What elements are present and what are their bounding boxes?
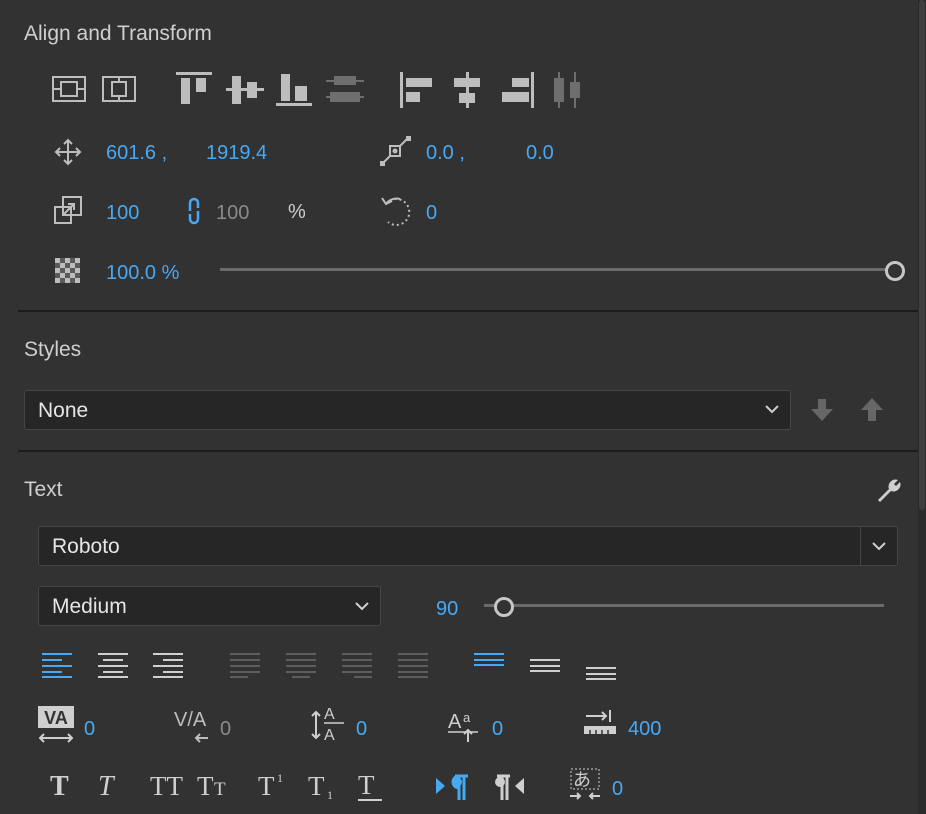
- position-y-value[interactable]: 1919.4: [206, 142, 267, 165]
- justify-last-left-icon[interactable]: [230, 652, 260, 678]
- chevron-down-icon: [764, 403, 780, 415]
- svg-text:T: T: [308, 772, 325, 800]
- tab-width-value[interactable]: 400: [628, 718, 661, 741]
- wrench-icon[interactable]: [874, 476, 904, 506]
- svg-text:A: A: [324, 706, 335, 723]
- align-top-icon[interactable]: [176, 72, 212, 106]
- svg-text:T: T: [214, 779, 226, 798]
- align-bottom-icon[interactable]: [276, 72, 312, 106]
- move-position-icon: [54, 138, 82, 166]
- justify-all-icon[interactable]: [398, 652, 428, 678]
- scale-linked-value[interactable]: 100: [216, 202, 249, 225]
- kerning-icon: VA: [38, 706, 76, 744]
- faux-bold-icon[interactable]: T: [50, 772, 76, 798]
- anchor-point-icon: [380, 136, 412, 166]
- leading-icon: AA: [310, 704, 346, 742]
- leading-value[interactable]: 0: [356, 718, 367, 741]
- svg-text:T: T: [197, 772, 214, 798]
- svg-text:A: A: [324, 727, 335, 742]
- tsume-value[interactable]: 0: [612, 778, 623, 801]
- svg-text:a: a: [463, 710, 471, 725]
- svg-text:TT: TT: [150, 772, 183, 798]
- left-to-right-paragraph-icon[interactable]: [436, 774, 470, 800]
- distribute-vertical-icon[interactable]: [326, 74, 364, 106]
- rotation-value[interactable]: 0: [426, 202, 437, 225]
- vertical-align-center-icon[interactable]: [530, 658, 560, 672]
- align-right-icon[interactable]: [500, 72, 536, 108]
- chevron-down-icon: [354, 600, 370, 612]
- select-separator: [860, 527, 861, 565]
- opacity-slider-thumb[interactable]: [885, 261, 905, 281]
- opacity-checker-icon: [55, 258, 80, 283]
- push-style-down-icon[interactable]: [810, 397, 834, 423]
- section-title-align-transform: Align and Transform: [24, 22, 212, 45]
- svg-text:T: T: [50, 772, 69, 798]
- baseline-shift-value[interactable]: 0: [492, 718, 503, 741]
- tracking-icon: V/A: [174, 706, 214, 744]
- style-select[interactable]: None: [24, 390, 791, 430]
- anchor-x-value[interactable]: 0.0 ,: [426, 142, 465, 165]
- opacity-slider-track[interactable]: [220, 268, 888, 271]
- svg-text:A: A: [448, 711, 462, 733]
- baseline-shift-icon: Aa: [448, 706, 484, 742]
- font-family-value: Roboto: [52, 535, 120, 558]
- font-size-slider-track[interactable]: [484, 604, 884, 607]
- scale-icon: [54, 196, 82, 224]
- section-title-styles: Styles: [24, 338, 82, 361]
- font-style-value: Medium: [52, 595, 127, 618]
- vertical-align-top-icon[interactable]: [474, 652, 504, 666]
- svg-text:T: T: [258, 772, 275, 798]
- tsume-icon: あ: [568, 768, 604, 802]
- superscript-icon[interactable]: T1: [258, 772, 290, 798]
- link-scale-icon[interactable]: [186, 197, 202, 225]
- faux-italic-icon[interactable]: T: [98, 772, 124, 798]
- svg-text:T: T: [358, 772, 375, 800]
- scale-unit: %: [288, 201, 306, 223]
- opacity-value[interactable]: 100.0 %: [106, 262, 179, 285]
- kerning-value[interactable]: 0: [84, 718, 95, 741]
- align-horizontal-center-to-frame-icon[interactable]: [102, 76, 136, 102]
- small-caps-icon[interactable]: TT: [197, 772, 235, 798]
- svg-text:1: 1: [277, 772, 283, 785]
- divider: [18, 450, 918, 452]
- rotation-icon: [380, 194, 412, 228]
- underline-icon[interactable]: T: [358, 772, 384, 802]
- align-text-center-icon[interactable]: [98, 652, 128, 678]
- section-title-text: Text: [24, 478, 63, 501]
- anchor-y-value[interactable]: 0.0: [526, 142, 554, 165]
- align-vertical-center-icon[interactable]: [226, 74, 264, 106]
- svg-text:1: 1: [327, 788, 333, 800]
- scrollbar-thumb[interactable]: [919, 0, 925, 510]
- right-to-left-paragraph-icon[interactable]: [492, 774, 526, 800]
- svg-text:T: T: [98, 772, 116, 798]
- vertical-align-bottom-icon[interactable]: [586, 666, 616, 680]
- tab-width-icon: [582, 710, 618, 738]
- svg-text:VA: VA: [44, 708, 68, 728]
- style-select-value: None: [38, 399, 89, 422]
- position-x-value[interactable]: 601.6 ,: [106, 142, 167, 165]
- pull-style-up-icon[interactable]: [860, 397, 884, 423]
- tracking-value[interactable]: 0: [220, 718, 231, 741]
- distribute-horizontal-icon[interactable]: [552, 72, 584, 108]
- align-horizontal-center-icon[interactable]: [452, 72, 482, 108]
- align-left-icon[interactable]: [400, 72, 436, 108]
- all-caps-icon[interactable]: TT: [150, 772, 188, 798]
- font-size-slider-thumb[interactable]: [494, 597, 514, 617]
- chevron-down-icon: [871, 540, 887, 552]
- font-size-value[interactable]: 90: [436, 598, 458, 621]
- scale-value[interactable]: 100: [106, 202, 139, 225]
- font-style-select[interactable]: Medium: [38, 586, 381, 626]
- svg-text:V/A: V/A: [174, 709, 207, 731]
- divider: [18, 310, 918, 312]
- align-text-left-icon[interactable]: [42, 652, 72, 678]
- justify-last-center-icon[interactable]: [286, 652, 316, 678]
- align-vertical-center-to-frame-icon[interactable]: [52, 76, 86, 102]
- justify-last-right-icon[interactable]: [342, 652, 372, 678]
- subscript-icon[interactable]: T1: [308, 772, 340, 800]
- align-text-right-icon[interactable]: [153, 652, 183, 678]
- font-family-select[interactable]: Roboto: [38, 526, 898, 566]
- svg-text:あ: あ: [573, 770, 591, 791]
